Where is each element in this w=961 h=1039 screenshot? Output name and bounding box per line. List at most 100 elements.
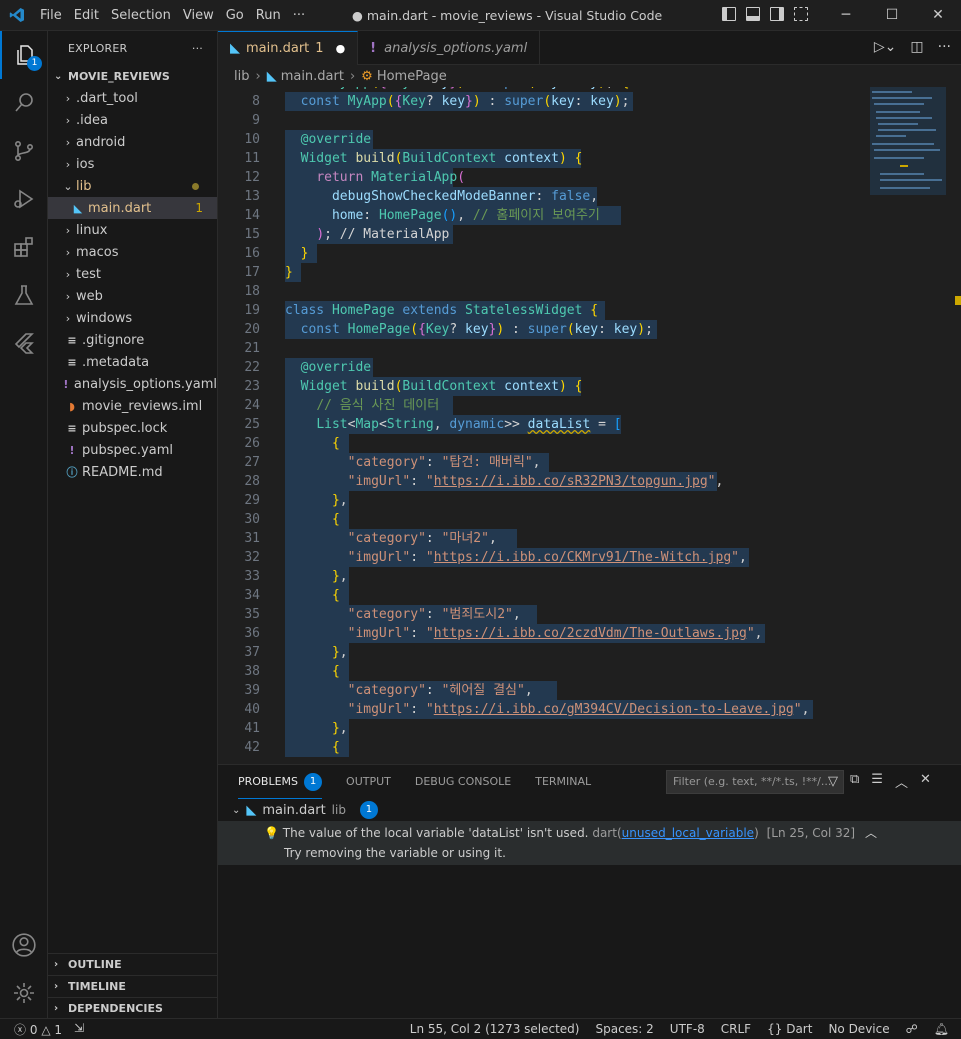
tab-analysis-options[interactable]: ! analysis_options.yaml	[358, 31, 541, 65]
code-editor[interactable]: const MyApp({Key? key}) : super(key: key…	[218, 87, 868, 764]
tree-item-label: android	[76, 134, 126, 150]
menu-go[interactable]: Go	[220, 0, 250, 31]
problem-code-link[interactable]: unused_local_variable	[622, 826, 754, 840]
tree-item-movie-reviews-iml[interactable]: ◗ movie_reviews.iml	[48, 395, 217, 417]
run-debug-icon[interactable]	[0, 175, 48, 223]
tree-item-ios[interactable]: › ios	[48, 153, 217, 175]
maximize-icon[interactable]: ☐	[869, 0, 915, 31]
panel-tab-output[interactable]: OUTPUT	[346, 765, 391, 799]
tree-item-test[interactable]: › test	[48, 263, 217, 285]
language-mode[interactable]: {} Dart	[767, 1022, 812, 1036]
toggle-secondary-sidebar-icon[interactable]	[770, 7, 784, 21]
menu-more[interactable]: ···	[287, 0, 311, 31]
tree-item-analysis-options-yaml[interactable]: ! analysis_options.yaml	[48, 373, 217, 395]
tree-item-metadata[interactable]: ≡ .metadata	[48, 351, 217, 373]
problems-filter-input[interactable]: Filter (e.g. text, **/*.ts, !**/...	[666, 770, 844, 794]
filter-icon[interactable]: ▽	[828, 774, 838, 789]
tree-item-pubspec-yaml[interactable]: ! pubspec.yaml	[48, 439, 217, 461]
menu-edit[interactable]: Edit	[68, 0, 105, 31]
editor-more-icon[interactable]: ···	[938, 39, 951, 55]
tree-item-dart-tool[interactable]: › .dart_tool	[48, 87, 217, 109]
problems-status[interactable]: ⓧ 0 △ 1	[14, 1021, 62, 1038]
tree-item-macos[interactable]: › macos	[48, 241, 217, 263]
source-control-icon[interactable]	[0, 127, 48, 175]
search-icon[interactable]	[0, 79, 48, 127]
port-forward-icon[interactable]: ⇲	[74, 1021, 84, 1038]
line-number: 23	[244, 379, 260, 394]
accounts-icon[interactable]	[0, 921, 48, 969]
customize-layout-icon[interactable]	[794, 7, 808, 21]
section-dependencies[interactable]: › DEPENDENCIES	[48, 997, 218, 1019]
feedback-icon[interactable]: ☍	[906, 1022, 918, 1036]
lightbulb-icon[interactable]: 💡	[264, 826, 279, 840]
tree-item-lib[interactable]: ⌄ lib	[48, 175, 217, 197]
maximize-panel-icon[interactable]: ︿	[895, 772, 908, 791]
tree-item-web[interactable]: › web	[48, 285, 217, 307]
panel-tab-terminal[interactable]: TERMINAL	[535, 765, 591, 799]
section-timeline[interactable]: › TIMELINE	[48, 975, 218, 997]
workspace-root[interactable]: ⌄ MOVIE_REVIEWS	[48, 65, 217, 87]
chevron-up-icon[interactable]: ︿	[865, 826, 877, 840]
device-selector[interactable]: No Device	[828, 1022, 889, 1036]
breadcrumb-file[interactable]: main.dart	[281, 69, 344, 84]
tree-item-android[interactable]: › android	[48, 131, 217, 153]
tree-item-windows[interactable]: › windows	[48, 307, 217, 329]
dart-file-icon: ◣	[230, 41, 240, 56]
section-dependencies-label: DEPENDENCIES	[68, 1002, 163, 1015]
tree-item-main-dart[interactable]: ◣ main.dart 1	[48, 197, 217, 219]
tab-main-dart[interactable]: ◣ main.dart 1 ●	[218, 31, 359, 65]
view-as-tree-icon[interactable]: ☰	[871, 772, 883, 791]
split-editor-icon[interactable]: ◫	[910, 39, 923, 55]
section-outline[interactable]: › OUTLINE	[48, 953, 218, 975]
tree-item-label: pubspec.yaml	[82, 442, 173, 458]
line-number: 32	[244, 550, 260, 565]
problem-file-row[interactable]: ⌄ ◣ main.dart lib 1	[218, 799, 961, 821]
breadcrumb-symbol[interactable]: HomePage	[377, 69, 447, 84]
notifications-bell-icon[interactable]: 🔔︎	[934, 1022, 949, 1036]
toggle-panel-icon[interactable]	[746, 7, 760, 21]
tree-item-readme-md[interactable]: ⓘ README.md	[48, 461, 217, 483]
tree-item-idea[interactable]: › .idea	[48, 109, 217, 131]
panel-tab-debug-console[interactable]: DEBUG CONSOLE	[415, 765, 511, 799]
line-number: 25	[244, 417, 260, 432]
problem-file-name: main.dart	[262, 802, 326, 818]
toggle-sidebar-icon[interactable]	[722, 7, 736, 21]
yaml-file-icon: !	[63, 377, 69, 391]
menu-selection[interactable]: Selection	[105, 0, 177, 31]
minimize-icon[interactable]: ─	[823, 0, 869, 31]
menu-view[interactable]: View	[177, 0, 220, 31]
extensions-icon[interactable]	[0, 223, 48, 271]
indentation[interactable]: Spaces: 2	[595, 1022, 653, 1036]
problem-item[interactable]: 💡 The value of the local variable 'dataL…	[218, 821, 961, 865]
cursor-position[interactable]: Ln 55, Col 2 (1273 selected)	[410, 1022, 580, 1036]
manage-gear-icon[interactable]	[0, 969, 48, 1017]
run-file-icon[interactable]: ▷⌄	[874, 39, 897, 55]
chevron-right-icon: ›	[54, 959, 59, 970]
chevron-right-icon: ›	[54, 1003, 59, 1014]
breadcrumb-lib[interactable]: lib	[234, 69, 249, 84]
encoding[interactable]: UTF-8	[670, 1022, 705, 1036]
close-window-icon[interactable]: ✕	[915, 0, 961, 31]
flutter-icon[interactable]	[0, 319, 48, 367]
explorer-more-button[interactable]: ···	[192, 42, 203, 55]
tree-item-linux[interactable]: › linux	[48, 219, 217, 241]
tree-item-label: macos	[76, 244, 119, 260]
collapse-all-icon[interactable]: ⧉	[850, 772, 859, 791]
explorer-icon[interactable]: 1	[0, 31, 48, 79]
unsaved-dot-icon[interactable]: ●	[336, 42, 346, 55]
close-panel-icon[interactable]: ✕	[920, 772, 931, 791]
text-file-icon: ≡	[67, 333, 77, 347]
panel-tab-problems[interactable]: PROBLEMS 1	[238, 765, 323, 799]
menu-file[interactable]: File	[34, 0, 68, 31]
tab-label: main.dart	[246, 41, 310, 56]
chevron-right-icon: ›	[65, 245, 71, 259]
menu-run[interactable]: Run	[250, 0, 287, 31]
tree-item-pubspec-lock[interactable]: ≡ pubspec.lock	[48, 417, 217, 439]
line-number: 9	[252, 113, 260, 128]
end-of-line[interactable]: CRLF	[721, 1022, 751, 1036]
chevron-right-icon: ›	[65, 289, 71, 303]
minimap[interactable]	[870, 87, 946, 764]
chevron-right-icon: ›	[54, 981, 59, 992]
tree-item-gitignore[interactable]: ≡ .gitignore	[48, 329, 217, 351]
testing-icon[interactable]	[0, 271, 48, 319]
